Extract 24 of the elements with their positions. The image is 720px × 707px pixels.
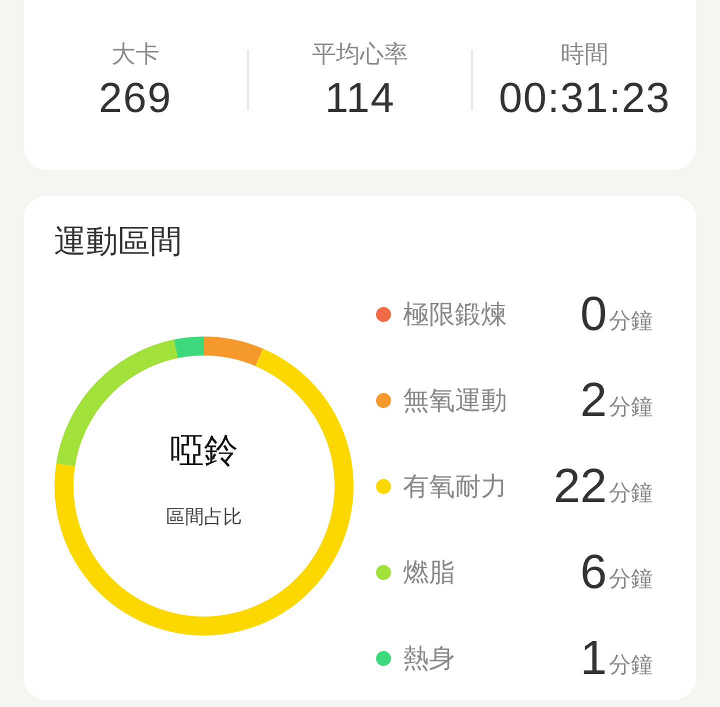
zone-minutes: 22 bbox=[552, 458, 607, 514]
zone-name: 熱身 bbox=[403, 642, 456, 676]
zone-unit: 分鐘 bbox=[609, 652, 653, 680]
donut-title: 啞鈴 bbox=[170, 430, 238, 473]
stat-value: 00:31:23 bbox=[498, 74, 670, 122]
stat-value: 269 bbox=[98, 74, 172, 122]
stat-label: 時間 bbox=[560, 39, 609, 70]
zone-name: 有氧耐力 bbox=[403, 470, 508, 504]
zone-name: 無氧運動 bbox=[403, 384, 508, 418]
stat-label: 大卡 bbox=[111, 39, 160, 70]
zone-unit: 分鐘 bbox=[609, 394, 653, 422]
zone-name: 極限鍛煉 bbox=[403, 298, 508, 332]
stat-value: 114 bbox=[325, 74, 395, 122]
donut-subtitle: 區間占比 bbox=[166, 505, 242, 530]
zone-unit: 分鐘 bbox=[609, 308, 653, 336]
zone-unit: 分鐘 bbox=[609, 566, 653, 594]
zone-minutes: 1 bbox=[579, 630, 607, 686]
card-title: 運動區間 bbox=[53, 221, 183, 262]
zone-minutes: 0 bbox=[579, 286, 607, 342]
zone-name: 燃脂 bbox=[403, 556, 456, 590]
zone-minutes: 6 bbox=[579, 544, 607, 600]
stat-label: 平均心率 bbox=[312, 39, 408, 70]
zone-unit: 分鐘 bbox=[609, 480, 653, 508]
zone-minutes: 2 bbox=[579, 372, 607, 428]
